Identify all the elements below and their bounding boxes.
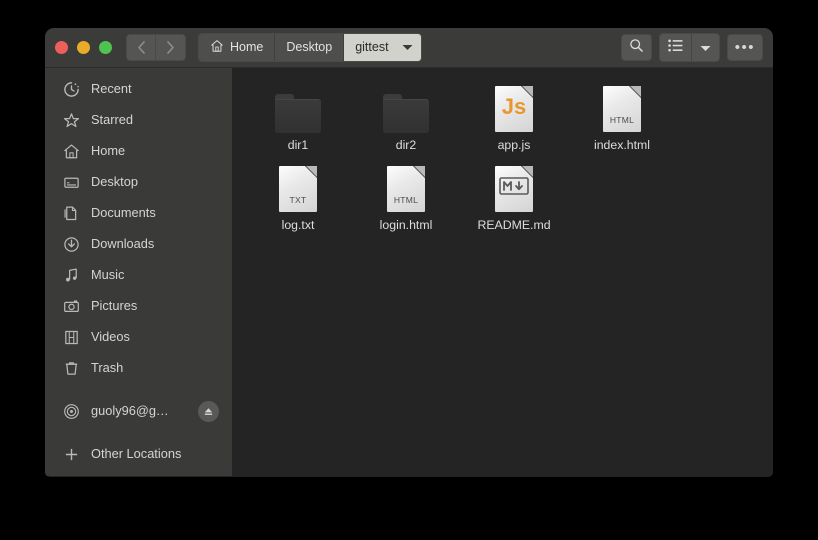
- window-controls: [55, 41, 112, 54]
- chevron-down-icon: [402, 44, 413, 51]
- breadcrumb-item-desktop[interactable]: Desktop: [275, 34, 345, 61]
- file-item-index-html[interactable]: HTML index.html: [568, 82, 676, 156]
- file-item-dir1[interactable]: dir1: [244, 82, 352, 156]
- breadcrumb-item-home[interactable]: Home: [199, 34, 276, 61]
- window-body: Recent Starred Home Desktop Documents Do…: [45, 68, 773, 476]
- desktop-icon: [63, 174, 80, 191]
- file-label: dir1: [287, 138, 309, 152]
- header-actions: •••: [620, 33, 763, 62]
- view-options-dropdown[interactable]: [691, 34, 719, 61]
- sidebar-item-desktop[interactable]: Desktop: [45, 167, 232, 198]
- view-mode-control: [658, 33, 720, 62]
- file-label: login.html: [379, 218, 433, 232]
- file-grid[interactable]: dir1 dir2 Js app.js HTML index.html TXT …: [232, 68, 773, 476]
- sidebar-item-label: Videos: [91, 329, 130, 345]
- sidebar-item-network-share[interactable]: guoly96@g…: [45, 396, 232, 427]
- sidebar-item-label: Starred: [91, 112, 133, 128]
- main-menu-button[interactable]: •••: [726, 34, 763, 61]
- maximize-button[interactable]: [99, 41, 112, 54]
- file-label: index.html: [593, 138, 651, 152]
- js-logo: Js: [501, 94, 527, 119]
- file-item-dir2[interactable]: dir2: [352, 82, 460, 156]
- navigation-buttons: [126, 34, 186, 61]
- sidebar-item-label: Downloads: [91, 236, 155, 252]
- sidebar-item-label: Home: [91, 143, 126, 159]
- file-item-login-html[interactable]: HTML login.html: [352, 162, 460, 236]
- forward-button[interactable]: [156, 34, 186, 61]
- music-note-icon: [63, 267, 80, 284]
- star-icon: [63, 112, 80, 129]
- file-manager-window: Home Desktop gittest ••• Recent Starred …: [45, 28, 773, 477]
- back-button[interactable]: [126, 34, 156, 61]
- sidebar-item-label: Pictures: [91, 298, 138, 314]
- sidebar-item-trash[interactable]: Trash: [45, 353, 232, 384]
- recent-clock-icon: [63, 81, 80, 98]
- sidebar-item-other-locations[interactable]: Other Locations: [45, 439, 232, 470]
- file-item-app-js[interactable]: Js app.js: [460, 82, 568, 156]
- file-label: app.js: [497, 138, 531, 152]
- sidebar-item-label: guoly96@g…: [91, 403, 169, 419]
- camera-icon: [63, 298, 80, 315]
- file-type-tag: HTML: [393, 195, 419, 205]
- home-icon: [210, 39, 224, 56]
- file-item-readme-md[interactable]: README.md: [460, 162, 568, 236]
- breadcrumb-label: gittest: [355, 40, 389, 55]
- chevron-right-icon: [166, 41, 175, 54]
- sidebar-item-home[interactable]: Home: [45, 136, 232, 167]
- markdown-logo: [495, 177, 533, 199]
- sidebar-divider: [45, 427, 232, 439]
- markdown-file-icon: [490, 164, 538, 212]
- html-file-icon: HTML: [382, 164, 430, 212]
- file-type-tag: HTML: [609, 115, 635, 125]
- file-label: README.md: [477, 218, 551, 232]
- sidebar-item-label: Other Locations: [91, 446, 182, 462]
- sidebar-item-downloads[interactable]: Downloads: [45, 229, 232, 260]
- sidebar-item-starred[interactable]: Starred: [45, 105, 232, 136]
- close-button[interactable]: [55, 41, 68, 54]
- search-icon: [629, 38, 644, 58]
- file-label: log.txt: [281, 218, 315, 232]
- minimize-button[interactable]: [77, 41, 90, 54]
- documents-icon: [63, 205, 80, 222]
- file-type-tag: TXT: [289, 195, 307, 205]
- sidebar-item-documents[interactable]: Documents: [45, 198, 232, 229]
- chevron-down-icon: [700, 39, 711, 57]
- film-icon: [63, 329, 80, 346]
- sidebar-item-label: Recent: [91, 81, 132, 97]
- list-view-button[interactable]: [659, 34, 692, 61]
- sidebar-item-label: Music: [91, 267, 125, 283]
- search-button[interactable]: [620, 34, 652, 61]
- sidebar-item-videos[interactable]: Videos: [45, 322, 232, 353]
- sidebar-divider: [45, 384, 232, 396]
- breadcrumb-label: Desktop: [286, 40, 333, 55]
- download-icon: [63, 236, 80, 253]
- header-bar: Home Desktop gittest •••: [45, 28, 773, 68]
- sidebar-item-recent[interactable]: Recent: [45, 74, 232, 105]
- breadcrumb: Home Desktop gittest: [198, 33, 422, 62]
- sidebar-item-pictures[interactable]: Pictures: [45, 291, 232, 322]
- eject-button[interactable]: [198, 401, 219, 422]
- list-icon: [667, 39, 683, 57]
- file-item-log-txt[interactable]: TXT log.txt: [244, 162, 352, 236]
- sidebar-item-music[interactable]: Music: [45, 260, 232, 291]
- sidebar: Recent Starred Home Desktop Documents Do…: [45, 68, 232, 476]
- chevron-left-icon: [137, 41, 146, 54]
- breadcrumb-label: Home: [230, 40, 264, 55]
- ellipsis-icon: •••: [734, 38, 755, 56]
- network-icon: [63, 403, 80, 420]
- file-label: dir2: [395, 138, 417, 152]
- sidebar-item-label: Trash: [91, 360, 124, 376]
- folder-icon: [274, 84, 322, 133]
- javascript-file-icon: Js: [490, 84, 538, 132]
- home-icon: [63, 143, 80, 160]
- text-file-icon: TXT: [274, 164, 322, 212]
- trash-icon: [63, 360, 80, 377]
- html-file-icon: HTML: [598, 84, 646, 132]
- plus-icon: [63, 446, 80, 463]
- breadcrumb-item-gittest[interactable]: gittest: [344, 34, 421, 61]
- folder-icon: [382, 84, 430, 133]
- sidebar-item-label: Desktop: [91, 174, 138, 190]
- sidebar-item-label: Documents: [91, 205, 156, 221]
